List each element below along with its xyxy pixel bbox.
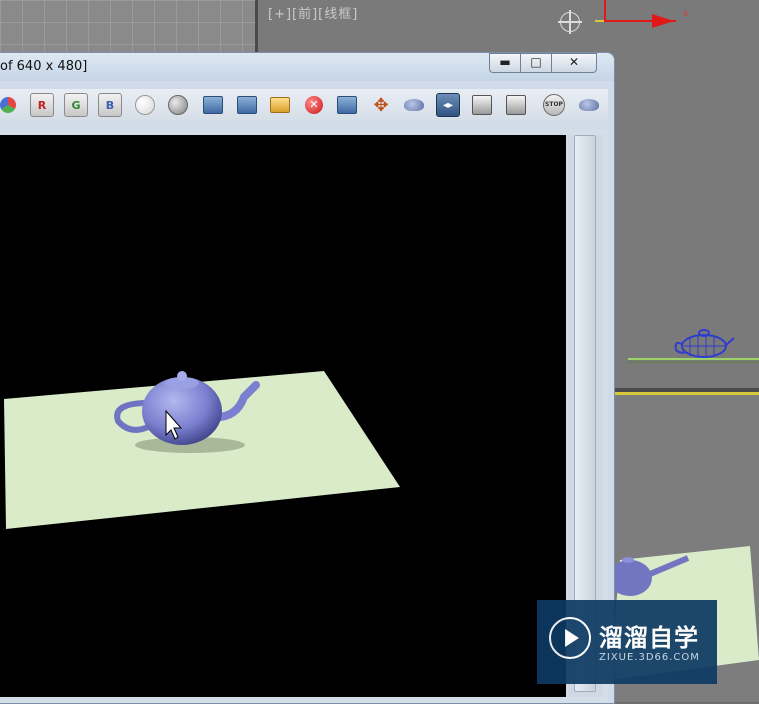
- wireframe-teapot-front: [628, 329, 759, 363]
- toggle-ui-icon: ◂▸: [442, 99, 454, 111]
- red-channel-button[interactable]: R: [30, 93, 54, 117]
- close-button[interactable]: ✕: [551, 53, 597, 73]
- toggle-ui-button[interactable]: ◂▸: [436, 93, 460, 117]
- white-sphere-icon: [135, 95, 155, 115]
- rendered-frame-window[interactable]: of 640 x 480] ▬ □ ✕ R G B ✕ ✥ ◂▸ STOP: [0, 52, 615, 704]
- teapot-knob: [177, 371, 187, 381]
- open-folder-button[interactable]: [268, 93, 292, 117]
- open-folder-icon: [270, 97, 290, 113]
- grey-sphere-icon: [168, 95, 188, 115]
- watermark-name: 溜溜自学: [599, 624, 699, 652]
- display-right-icon: [506, 95, 526, 115]
- copy-image-button[interactable]: [335, 93, 359, 117]
- save-image-icon: [203, 96, 223, 114]
- clone-window-icon: [237, 96, 257, 114]
- rendered-scene: [4, 371, 400, 529]
- minimize-button[interactable]: ▬: [489, 53, 521, 73]
- viewport-label[interactable]: [+][前][线框]: [268, 3, 358, 22]
- teapot-render-icon: [579, 99, 599, 111]
- teapot-render-button[interactable]: [577, 93, 601, 117]
- blue-channel-button[interactable]: B: [98, 93, 122, 117]
- rendered-image[interactable]: [0, 135, 566, 697]
- track-button[interactable]: ✥: [369, 93, 393, 117]
- copy-image-icon: [337, 96, 357, 114]
- display-right-button[interactable]: [504, 93, 528, 117]
- stop-render-button[interactable]: STOP: [542, 93, 566, 117]
- stop-render-icon: STOP: [543, 94, 565, 116]
- clone-window-button[interactable]: [235, 93, 259, 117]
- window-title: of 640 x 480]: [0, 59, 88, 74]
- orbit-icon: [558, 10, 582, 34]
- watermark-url: ZIXUE.3D66.COM: [599, 652, 700, 663]
- watermark: 溜溜自学 ZIXUE.3D66.COM: [537, 600, 717, 684]
- gizmo-x-label: x: [683, 9, 689, 19]
- play-logo-icon: [549, 617, 591, 659]
- render-toolbar: R G B ✕ ✥ ◂▸ STOP: [0, 89, 608, 121]
- green-channel-button[interactable]: G: [64, 93, 88, 117]
- title-bar[interactable]: of 640 x 480] ▬ □ ✕: [0, 53, 614, 81]
- white-sphere-button[interactable]: [133, 93, 157, 117]
- enable-channels-icon: [0, 97, 16, 113]
- track-icon: ✥: [373, 94, 389, 116]
- active-viewport-border: [612, 392, 759, 395]
- clear-icon: ✕: [305, 96, 323, 114]
- gizmo-y-axis[interactable]: [604, 0, 606, 22]
- grey-sphere-button[interactable]: [166, 93, 190, 117]
- viewport-top-left-grid: [0, 0, 255, 60]
- viewport-divider: [255, 0, 258, 60]
- viewport-divider-horizontal: [612, 388, 759, 392]
- save-image-button[interactable]: [201, 93, 225, 117]
- maximize-button[interactable]: □: [520, 53, 552, 73]
- display-left-button[interactable]: [470, 93, 494, 117]
- display-left-icon: [472, 95, 492, 115]
- render-frame-area: [0, 129, 608, 703]
- gizmo-x-arrow-icon: [652, 14, 674, 28]
- render-teapot-button[interactable]: [402, 93, 426, 117]
- enable-channels-button[interactable]: [0, 93, 20, 117]
- clear-button[interactable]: ✕: [302, 93, 326, 117]
- render-teapot-icon: [404, 99, 424, 111]
